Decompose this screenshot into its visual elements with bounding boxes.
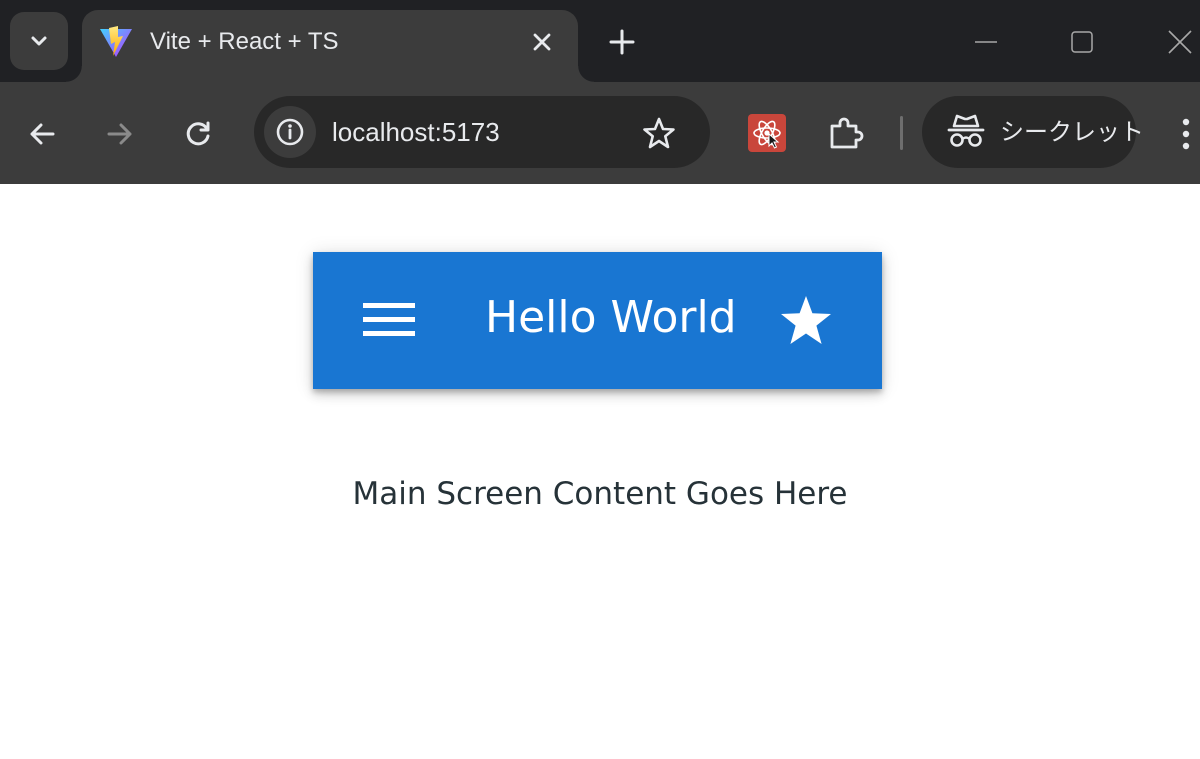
forward-button[interactable] bbox=[100, 114, 140, 154]
address-bar[interactable]: localhost:5173 bbox=[254, 96, 710, 168]
minimize-icon bbox=[975, 41, 997, 43]
tab-close-button[interactable] bbox=[526, 26, 558, 58]
incognito-indicator[interactable]: シークレット bbox=[922, 96, 1144, 168]
reload-button[interactable] bbox=[178, 114, 218, 154]
close-icon bbox=[533, 33, 551, 51]
react-devtools-extension-button[interactable] bbox=[748, 114, 786, 152]
arrow-right-icon bbox=[107, 123, 132, 145]
star-icon bbox=[781, 296, 831, 344]
close-icon bbox=[1168, 30, 1192, 54]
url-text[interactable]: localhost:5173 bbox=[332, 116, 500, 148]
new-tab-button[interactable] bbox=[604, 24, 640, 60]
info-icon bbox=[276, 118, 304, 146]
puzzle-icon bbox=[830, 117, 864, 149]
react-atom-icon bbox=[753, 120, 781, 149]
tab-search-button[interactable] bbox=[10, 12, 68, 70]
window-maximize-button[interactable] bbox=[1062, 22, 1102, 62]
chevron-down-icon bbox=[31, 36, 47, 46]
site-info-button[interactable] bbox=[264, 106, 316, 158]
app-bar: Hello World bbox=[313, 252, 882, 389]
browser-chrome: Vite + React + TS localhost:5173 シークレット bbox=[0, 0, 1200, 184]
back-button[interactable] bbox=[22, 114, 62, 154]
menu-button[interactable] bbox=[353, 290, 425, 350]
window-close-button[interactable] bbox=[1160, 22, 1200, 62]
plus-icon bbox=[609, 29, 635, 55]
main-content-text: Main Screen Content Goes Here bbox=[352, 476, 848, 512]
extensions-button[interactable] bbox=[826, 113, 866, 153]
kebab-menu-icon[interactable] bbox=[1172, 114, 1200, 154]
page-viewport: Hello World Main Screen Content Goes Her… bbox=[0, 184, 1200, 759]
toolbar-divider bbox=[900, 116, 903, 150]
bookmark-button[interactable] bbox=[640, 114, 678, 152]
browser-tab-active[interactable]: Vite + React + TS bbox=[66, 10, 594, 82]
maximize-icon bbox=[1071, 31, 1093, 53]
tab-title: Vite + React + TS bbox=[150, 28, 339, 55]
hamburger-menu-icon bbox=[363, 303, 415, 336]
tab-strip: Vite + React + TS bbox=[0, 0, 1200, 82]
vite-logo-icon bbox=[100, 26, 132, 57]
app-title: Hello World bbox=[485, 292, 737, 343]
arrow-left-icon bbox=[30, 123, 55, 145]
incognito-icon bbox=[947, 114, 985, 147]
favorite-button[interactable] bbox=[771, 290, 841, 352]
incognito-label: シークレット bbox=[1000, 118, 1144, 146]
star-outline-icon bbox=[643, 117, 675, 149]
window-minimize-button[interactable] bbox=[966, 22, 1006, 62]
reload-icon bbox=[186, 121, 210, 146]
